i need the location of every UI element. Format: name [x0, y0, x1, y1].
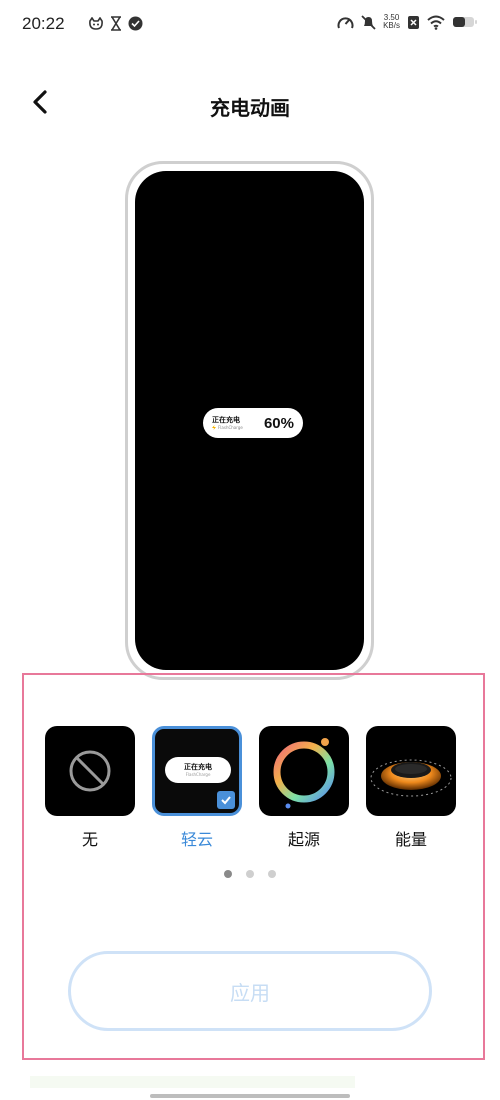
mini-charging-pill: 正在充电 FlashCharge — [165, 757, 231, 783]
net-speed-unit: KB/s — [383, 21, 400, 30]
page-dot-active[interactable] — [224, 870, 232, 878]
battery-icon — [452, 15, 478, 29]
wifi-icon — [427, 15, 445, 30]
option-none[interactable]: 无 — [45, 726, 135, 849]
home-indicator[interactable] — [150, 1094, 350, 1098]
charge-percent: 60% — [263, 414, 294, 432]
option-origin[interactable]: 起源 — [259, 726, 349, 849]
phone-preview: 正在充电 FlashCharge 60% — [125, 161, 374, 680]
page-dot[interactable] — [246, 870, 254, 878]
mini-pill-subtitle: FlashCharge — [185, 771, 211, 777]
disabled-icon — [69, 750, 111, 792]
animation-options: 无 正在充电 FlashCharge 轻云 起源 能量 — [0, 726, 500, 856]
phone-screen: 正在充电 FlashCharge 60% — [135, 171, 364, 670]
net-speed: 3.50 KB/s — [383, 14, 400, 30]
page-indicator — [0, 870, 500, 878]
speedometer-icon — [337, 15, 354, 30]
selected-check-icon — [217, 791, 235, 809]
bottom-strip — [30, 1076, 355, 1088]
option-label: 无 — [81, 830, 98, 849]
lightning-icon — [212, 425, 216, 430]
sim-x-icon — [407, 15, 420, 30]
option-light-cloud-thumb: 正在充电 FlashCharge — [152, 726, 242, 816]
charging-pill: 正在充电 FlashCharge 60% — [203, 408, 303, 438]
pill-title: 正在充电 — [212, 415, 240, 424]
check-circle-icon — [128, 16, 143, 31]
option-label: 起源 — [287, 830, 320, 849]
page-title: 充电动画 — [210, 96, 290, 120]
status-bar: 20:22 3.50 KB/s — [0, 0, 500, 56]
mute-bell-icon — [361, 14, 376, 30]
page-dot[interactable] — [268, 870, 276, 878]
status-time: 20:22 — [22, 14, 65, 33]
option-none-thumb — [45, 726, 135, 816]
option-origin-thumb — [259, 726, 349, 816]
option-label: 轻云 — [180, 830, 213, 849]
cat-face-icon — [88, 16, 104, 31]
status-right-icons: 3.50 KB/s — [337, 14, 478, 30]
option-light-cloud[interactable]: 正在充电 FlashCharge 轻云 — [152, 726, 242, 849]
origin-ring-icon — [273, 738, 335, 809]
hourglass-icon — [110, 16, 122, 31]
option-energy[interactable]: 能量 — [366, 726, 456, 849]
pill-subtitle: FlashCharge — [212, 425, 243, 431]
mini-pill-title: 正在充电 — [184, 762, 212, 771]
apply-button[interactable]: 应用 — [68, 951, 432, 1031]
option-label: 能量 — [394, 830, 427, 849]
energy-disc-icon — [370, 759, 452, 797]
status-left-icons — [88, 16, 143, 31]
option-energy-thumb — [366, 726, 456, 816]
